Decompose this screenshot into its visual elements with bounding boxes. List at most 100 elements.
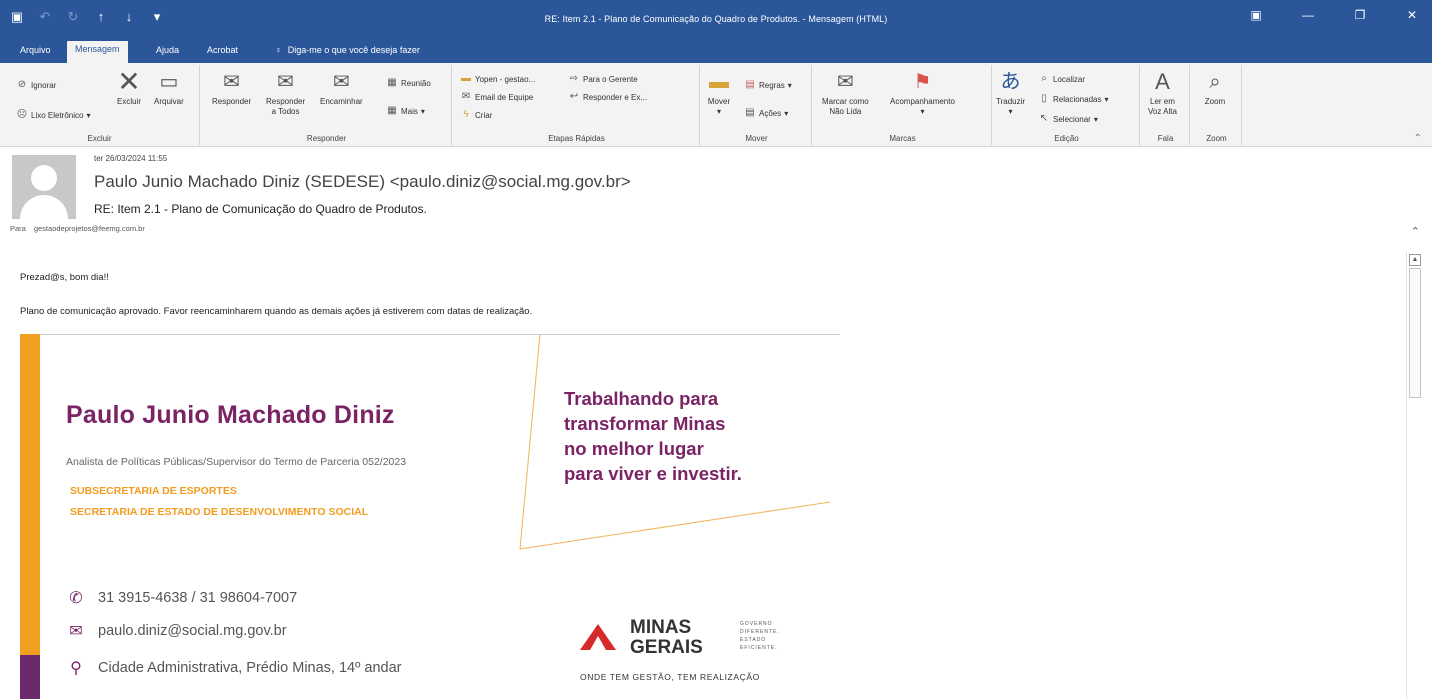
reply-icon: ↩ (569, 91, 579, 102)
traduzir-button[interactable]: あ Traduzir ▾ (996, 69, 1025, 117)
tell-me-text: Diga-me o que você deseja fazer (287, 45, 420, 55)
chevron-down-icon: ▾ (787, 80, 792, 90)
tab-mensagem[interactable]: Mensagem (67, 41, 128, 63)
unread-icon: ✉ (836, 71, 854, 93)
ler-label-1: Ler em (1150, 97, 1175, 106)
to-label: Para (10, 224, 26, 233)
title-bar: ▣ ↶ ↻ ↑ ↓ ▾ RE: Item 2.1 - Plano de Comu… (0, 0, 1432, 36)
quickstep-para-o-gerente[interactable]: ⇨ Para o Gerente (568, 73, 638, 85)
slogan-line: para viver e investir. (564, 463, 742, 484)
zoom-label: Zoom (1204, 97, 1226, 106)
quickstep-yopen[interactable]: ▬ Yopen - gestao... (460, 73, 535, 85)
to-address[interactable]: gestaodeprojetos@feemg.com.br (34, 224, 145, 233)
reuniao-label: Reunião (401, 78, 431, 88)
acompanhamento-button[interactable]: ⚑ Acompanhamento ▾ (890, 69, 955, 117)
ler-voz-alta-button[interactable]: A Ler em Voz Alta (1148, 69, 1177, 117)
ribbon: ⊘ Ignorar ☹ Lixo Eletrônico ▾ ✕ Excluir … (0, 63, 1432, 147)
close-icon[interactable]: ✕ (1402, 8, 1422, 22)
encaminhar-label: Encaminhar (320, 97, 363, 106)
message-subject: RE: Item 2.1 - Plano de Comunicação do Q… (94, 202, 427, 216)
restore-icon[interactable]: ❐ (1350, 8, 1370, 22)
restore-ribbon-icon[interactable]: ▣ (1246, 8, 1266, 22)
rules-icon: ▤ (745, 79, 755, 90)
signature-name: Paulo Junio Machado Diniz (66, 401, 395, 429)
responder-button[interactable]: ✉ Responder (212, 69, 251, 107)
quickstep-email-equipe[interactable]: ✉ Email de Equipe (460, 91, 533, 103)
chevron-down-icon: ▾ (1093, 114, 1098, 124)
arquivar-button[interactable]: ▭ Arquivar (154, 69, 184, 107)
excluir-label: Excluir (116, 97, 141, 106)
localizar-label: Localizar (1053, 74, 1086, 84)
quickstep-label: Para o Gerente (583, 74, 638, 84)
chevron-down-icon: ▾ (716, 107, 721, 116)
meeting-icon: ▦ (387, 77, 397, 88)
mover-button[interactable]: ▬ Mover ▾ (706, 69, 732, 117)
selecionar-label: Selecionar (1053, 114, 1091, 124)
slogan-line: no melhor lugar (564, 438, 704, 459)
mover-label: Mover (707, 97, 731, 106)
encaminhar-button[interactable]: ✉ Encaminhar (320, 69, 363, 107)
quickstep-label: Email de Equipe (475, 92, 534, 102)
tab-acrobat[interactable]: Acrobat (199, 42, 246, 58)
reuniao-button[interactable]: ▦ Reunião (386, 77, 431, 89)
acoes-button[interactable]: ▤ Ações ▾ (744, 107, 788, 119)
excluir-button[interactable]: ✕ Excluir (116, 66, 142, 107)
chevron-down-icon: ▾ (1008, 107, 1013, 116)
regras-button[interactable]: ▤ Regras ▾ (744, 79, 792, 91)
mais-label: Mais (401, 106, 418, 116)
collapse-ribbon-icon[interactable]: ⌃ (1414, 133, 1422, 144)
phone-icon: ✆ (69, 590, 83, 607)
folder-icon: ▬ (709, 71, 729, 93)
body-text: Plano de comunicação aprovado. Favor ree… (20, 306, 533, 317)
lixo-eletronico-button[interactable]: ☹ Lixo Eletrônico ▾ (16, 109, 91, 121)
acompanhamento-label: Acompanhamento (890, 97, 955, 106)
logo-side-line: ESTADO (740, 637, 767, 643)
mais-button[interactable]: ▦ Mais ▾ (386, 105, 425, 117)
location-pin-icon: ⚲ (70, 660, 82, 677)
relacionadas-button[interactable]: ▯ Relacionadas ▾ (1038, 93, 1108, 105)
delete-icon: ✕ (117, 66, 141, 97)
chevron-down-icon: ▾ (86, 110, 91, 120)
email-signature: Paulo Junio Machado Diniz Analista de Po… (20, 334, 840, 699)
responder-todos-button[interactable]: ✉ Responder a Todos (266, 69, 305, 117)
ignorar-button[interactable]: ⊘ Ignorar (16, 79, 57, 91)
group-label: Edição (1054, 134, 1079, 143)
message-sender[interactable]: Paulo Junio Machado Diniz (SEDESE) <paul… (94, 172, 631, 192)
window-controls: ▣ — ❐ ✕ (1246, 8, 1422, 22)
tab-ajuda[interactable]: Ajuda (148, 42, 187, 58)
responder-todos-label-2: a Todos (271, 107, 300, 116)
logo-tagline: ONDE TEM GESTÃO, TEM REALIZAÇÃO (580, 672, 760, 682)
reply-all-icon: ✉ (277, 71, 294, 93)
collapse-header-icon[interactable]: ⌃ (1411, 225, 1420, 238)
quickstep-criar[interactable]: ϟ Criar (460, 109, 492, 121)
localizar-button[interactable]: ⌕ Localizar (1038, 73, 1085, 85)
relacionadas-label: Relacionadas (1053, 94, 1102, 104)
marcar-nao-lida-button[interactable]: ✉ Marcar como Não Lida (822, 69, 869, 117)
related-icon: ▯ (1041, 93, 1047, 104)
regras-label: Regras (759, 80, 785, 90)
avatar-head (31, 165, 57, 191)
junk-icon: ☹ (16, 109, 28, 120)
group-label: Excluir (87, 134, 112, 143)
selecionar-button[interactable]: ↖ Selecionar ▾ (1038, 113, 1098, 125)
reply-icon: ✉ (223, 71, 240, 93)
group-label: Responder (306, 134, 347, 143)
acoes-label: Ações (759, 108, 782, 118)
email-text[interactable]: paulo.diniz@social.mg.gov.br (98, 623, 287, 639)
more-icon: ▦ (387, 105, 397, 116)
scroll-thumb[interactable] (1409, 268, 1421, 398)
minimize-icon[interactable]: — (1298, 8, 1318, 22)
forward-icon: ⇨ (569, 73, 579, 84)
vertical-scrollbar[interactable]: ▲ (1406, 252, 1424, 699)
tab-arquivo[interactable]: Arquivo (12, 42, 59, 58)
envelope-icon: ✉ (69, 623, 83, 640)
tell-me-box[interactable]: ♀ Diga-me o que você deseja fazer (275, 45, 420, 55)
quickstep-responder-ex[interactable]: ↩ Responder e Ex... (568, 91, 647, 103)
group-label: Fala (1157, 134, 1174, 143)
message-header: ter 26/03/2024 11:55 Paulo Junio Machado… (0, 147, 1432, 247)
group-etapas-rapidas: ▬ Yopen - gestao... ⇨ Para o Gerente ✉ E… (454, 65, 700, 145)
chevron-down-icon: ▾ (920, 107, 925, 116)
zoom-button[interactable]: ⌕ Zoom (1202, 69, 1228, 107)
translate-icon: あ (1000, 71, 1021, 93)
scroll-up-icon[interactable]: ▲ (1409, 254, 1421, 266)
